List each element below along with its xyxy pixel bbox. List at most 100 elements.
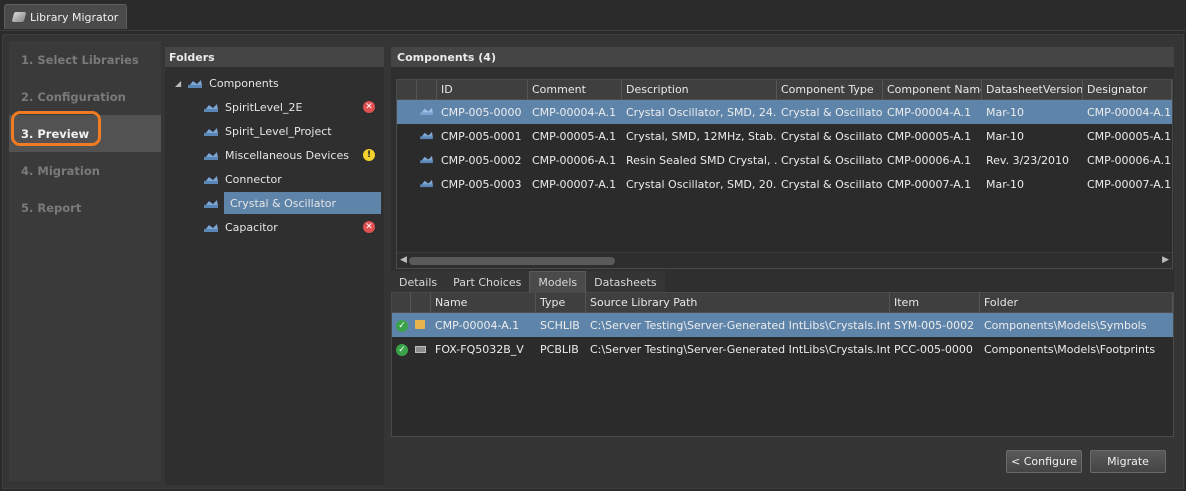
scroll-thumb[interactable] xyxy=(409,257,615,265)
cell-datasheet-version: Mar-10 xyxy=(986,129,1025,143)
document-tab-bar: Library Migrator xyxy=(0,0,1186,31)
library-migrator-tab[interactable]: Library Migrator xyxy=(4,4,128,29)
cell-designator: CMP-00006-A.1 xyxy=(1087,153,1172,167)
cell-component-name: CMP-00004-A.1 xyxy=(887,105,972,119)
cell-datasheet-version: Mar-10 xyxy=(986,105,1025,119)
cell-description: Crystal Oscillator, SMD, 20... xyxy=(626,177,777,191)
models-header: Name Type Source Library Path Item Folde… xyxy=(392,293,1173,313)
tree-item-label: Miscellaneous Devices xyxy=(225,148,349,162)
error-icon: ✕ xyxy=(363,221,375,233)
cell-component-name: CMP-00007-A.1 xyxy=(887,177,972,191)
cell-item: SYM-005-0002 xyxy=(894,318,975,332)
col-source-library-path[interactable]: Source Library Path xyxy=(586,293,890,312)
footprint-icon xyxy=(415,345,426,353)
component-icon xyxy=(204,223,218,232)
collapse-arrow-icon[interactable]: ◢ xyxy=(175,79,181,88)
cell-id: CMP-005-0003 xyxy=(441,177,522,191)
library-migrator-window: Library Migrator 1. Select Libraries 2. … xyxy=(0,0,1186,491)
tab-title: Library Migrator xyxy=(30,10,119,24)
components-h-scrollbar[interactable]: ◀ ▶ xyxy=(397,252,1172,268)
tab-details[interactable]: Details xyxy=(391,271,446,293)
tree-item-label: Crystal & Oscillator xyxy=(230,196,337,210)
component-icon xyxy=(188,79,203,88)
tree-item-spirit-level-project[interactable]: Spirit_Level_Project xyxy=(203,120,381,142)
cell-component-name: CMP-00006-A.1 xyxy=(887,153,972,167)
folders-panel: Folders ◢ Components SpiritLevel_2E ✕ Sp… xyxy=(165,47,384,485)
cell-id: CMP-005-0001 xyxy=(441,129,522,143)
tree-item-label: Connector xyxy=(225,172,282,186)
cell-datasheet-version: Rev. 3/23/2010 xyxy=(986,153,1069,167)
cell-folder: Components\Models\Symbols xyxy=(984,318,1147,332)
folders-title: Folders xyxy=(165,47,384,67)
models-grid: Name Type Source Library Path Item Folde… xyxy=(391,292,1174,437)
col-component-name[interactable]: Component Name xyxy=(883,80,982,99)
cell-component-name: CMP-00005-A.1 xyxy=(887,129,972,143)
component-row[interactable]: CMP-005-0002 CMP-00006-A.1 Resin Sealed … xyxy=(397,148,1172,172)
tree-item-misc-devices[interactable]: Miscellaneous Devices ! xyxy=(203,144,381,166)
cell-id: CMP-005-0002 xyxy=(441,153,522,167)
col-type[interactable]: Type xyxy=(536,293,586,312)
component-icon xyxy=(204,103,218,112)
col-status xyxy=(392,293,411,312)
col-item[interactable]: Item xyxy=(890,293,980,312)
cell-source-library-path: C:\Server Testing\Server-Generated IntLi… xyxy=(590,318,890,332)
cell-component-type: Crystal & Oscillator xyxy=(781,177,883,191)
cell-type: SCHLIB xyxy=(540,318,580,332)
tree-item-crystal-oscillator[interactable]: Crystal & Oscillator xyxy=(224,192,381,214)
tree-item-capacitor[interactable]: Capacitor ✕ xyxy=(203,216,381,238)
col-designator[interactable]: Designator xyxy=(1083,80,1172,99)
tab-datasheets[interactable]: Datasheets xyxy=(586,271,665,293)
tab-models[interactable]: Models xyxy=(529,271,587,293)
component-icon xyxy=(420,131,433,139)
component-row[interactable]: CMP-005-0000 CMP-00004-A.1 Crystal Oscil… xyxy=(397,100,1172,124)
col-component-type[interactable]: Component Type xyxy=(777,80,883,99)
col-description[interactable]: Description xyxy=(622,80,777,99)
component-icon xyxy=(204,151,218,160)
step-preview[interactable]: 3. Preview xyxy=(9,115,161,152)
tab-part-choices[interactable]: Part Choices xyxy=(445,271,530,293)
tree-root-components[interactable]: ◢ Components xyxy=(175,72,375,94)
col-status xyxy=(417,80,437,99)
tree-item-connector[interactable]: Connector xyxy=(203,168,381,190)
detail-tabs: Details Part Choices Models Datasheets xyxy=(391,271,665,293)
cell-designator: CMP-00007-A.1 xyxy=(1087,177,1172,191)
tree-item-label: SpiritLevel_2E xyxy=(225,100,303,114)
scroll-right-icon[interactable]: ▶ xyxy=(1162,255,1169,265)
component-icon xyxy=(420,107,433,115)
components-grid: ID Comment Description Component Type Co… xyxy=(396,79,1173,269)
component-icon xyxy=(204,127,218,136)
migrator-body: 1. Select Libraries 2. Configuration 3. … xyxy=(2,34,1184,489)
component-row[interactable]: CMP-005-0001 CMP-00005-A.1 Crystal, SMD,… xyxy=(397,124,1172,148)
migrate-button[interactable]: Migrate xyxy=(1090,450,1166,473)
cell-name: FOX-FQ5032B_V xyxy=(435,342,524,356)
tree-root-label: Components xyxy=(209,76,279,90)
scroll-left-icon[interactable]: ◀ xyxy=(400,255,407,265)
step-configuration[interactable]: 2. Configuration xyxy=(9,78,161,115)
cell-comment: CMP-00005-A.1 xyxy=(532,129,617,143)
components-header: ID Comment Description Component Type Co… xyxy=(397,80,1172,100)
tree-item-spiritlevel-2e[interactable]: SpiritLevel_2E ✕ xyxy=(203,96,381,118)
step-migration[interactable]: 4. Migration xyxy=(9,152,161,189)
cell-description: Resin Sealed SMD Crystal, ... xyxy=(626,153,777,167)
cell-id: CMP-005-0000 xyxy=(441,105,522,119)
cell-folder: Components\Models\Footprints xyxy=(984,342,1156,356)
col-datasheet-version[interactable]: DatasheetVersion xyxy=(982,80,1083,99)
col-id[interactable]: ID xyxy=(437,80,528,99)
col-comment[interactable]: Comment xyxy=(528,80,622,99)
wizard-steps: 1. Select Libraries 2. Configuration 3. … xyxy=(9,41,161,481)
model-row[interactable]: ✓ FOX-FQ5032B_V PCBLIB C:\Server Testing… xyxy=(392,337,1173,361)
col-type-icon xyxy=(411,293,431,312)
model-row[interactable]: ✓ CMP-00004-A.1 SCHLIB C:\Server Testing… xyxy=(392,313,1173,337)
col-icon xyxy=(397,80,417,99)
cell-type: PCBLIB xyxy=(540,342,579,356)
step-report[interactable]: 5. Report xyxy=(9,189,161,226)
component-icon xyxy=(420,155,433,163)
step-select-libraries[interactable]: 1. Select Libraries xyxy=(9,41,161,78)
col-name[interactable]: Name xyxy=(431,293,536,312)
tree-item-label: Spirit_Level_Project xyxy=(225,124,332,138)
warning-icon: ! xyxy=(363,149,375,161)
component-row[interactable]: CMP-005-0003 CMP-00007-A.1 Crystal Oscil… xyxy=(397,172,1172,196)
cell-description: Crystal, SMD, 12MHz, Stab... xyxy=(626,129,777,143)
col-folder[interactable]: Folder xyxy=(980,293,1173,312)
configure-button[interactable]: < Configure xyxy=(1006,450,1082,473)
